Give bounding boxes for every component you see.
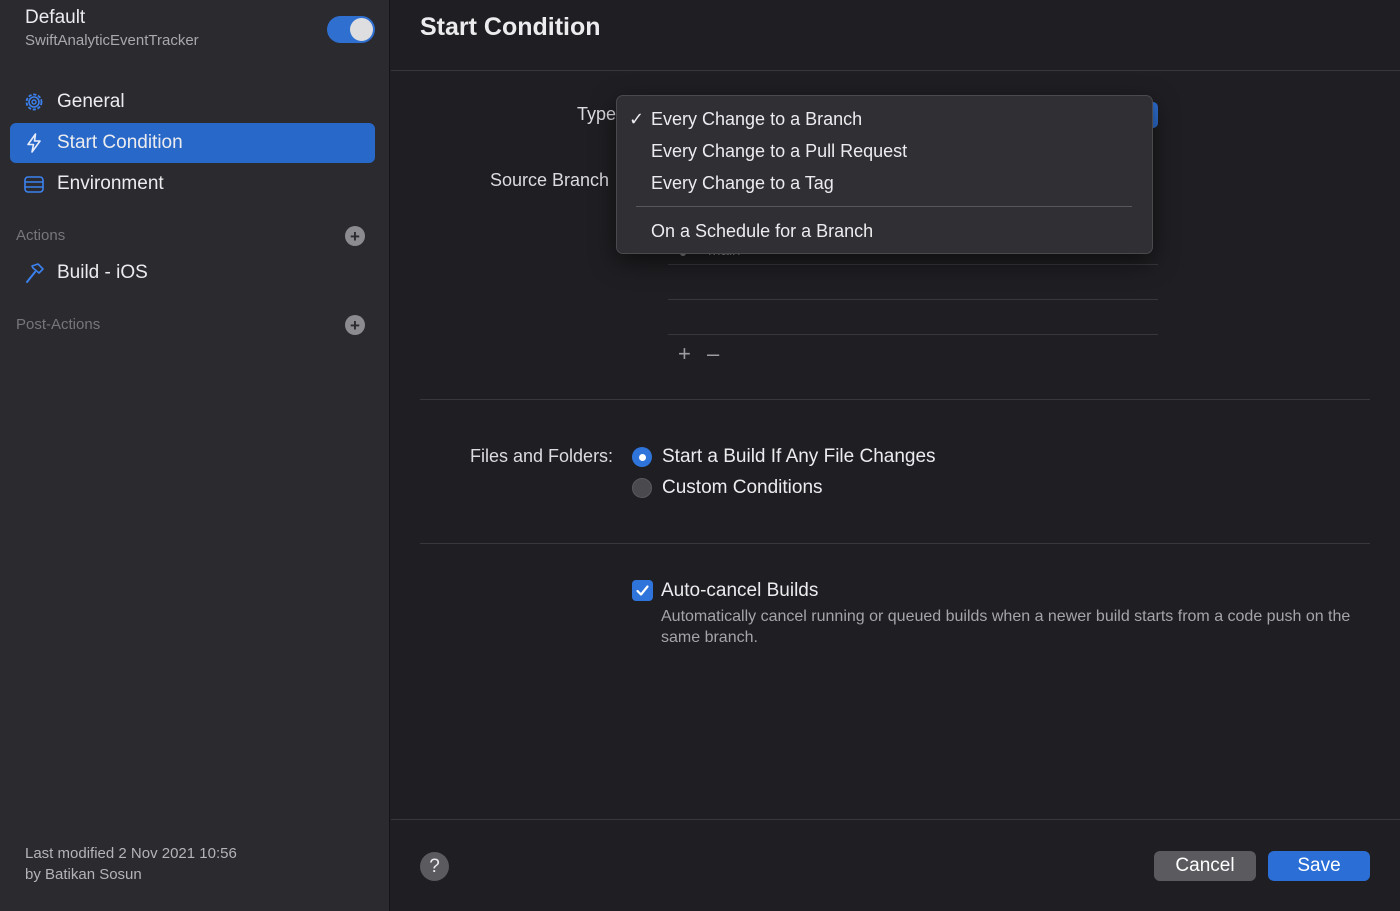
type-dropdown-menu: ✓ Every Change to a Branch Every Change … [616, 95, 1153, 254]
environment-icon [22, 172, 46, 196]
sidebar-item-environment[interactable]: Environment [10, 164, 375, 204]
actions-section-header: Actions [16, 227, 66, 244]
radio-any-file-changes[interactable]: Start a Build If Any File Changes [632, 446, 936, 468]
radio-custom-conditions[interactable]: Custom Conditions [632, 477, 823, 499]
help-button[interactable]: ? [420, 852, 449, 881]
sidebar-item-label: Start Condition [57, 132, 183, 153]
branch-row-divider [668, 334, 1158, 335]
menu-item-label: Every Change to a Tag [651, 172, 834, 193]
save-button[interactable]: Save [1268, 851, 1370, 881]
product-name: SwiftAnalyticEventTracker [25, 32, 199, 49]
footer-divider [391, 819, 1400, 820]
menu-item-label: Every Change to a Pull Request [651, 140, 908, 161]
add-post-action-button[interactable]: + [345, 315, 365, 335]
radio-label: Custom Conditions [662, 477, 823, 498]
title-divider [391, 70, 1400, 71]
auto-cancel-checkbox[interactable] [632, 580, 653, 601]
menu-separator [636, 206, 1132, 207]
radio-selected[interactable] [632, 447, 652, 467]
checkmark-icon: ✓ [629, 108, 645, 129]
sidebar-item-build-ios[interactable]: Build - iOS [10, 253, 375, 293]
branch-row-divider [668, 264, 1158, 265]
author-text: by Batikan Sosun [25, 866, 142, 883]
menu-item-label: Every Change to a Branch [651, 108, 863, 129]
checkmark-icon [636, 585, 649, 596]
radio-label: Start a Build If Any File Changes [662, 446, 936, 467]
sidebar-item-label: Environment [57, 173, 164, 194]
workflow-enabled-toggle[interactable] [327, 16, 375, 43]
auto-cancel-label: Auto-cancel Builds [661, 580, 819, 601]
radio-unselected[interactable] [632, 478, 652, 498]
sidebar-item-label: General [57, 91, 125, 112]
menu-item-label: On a Schedule for a Branch [651, 220, 874, 241]
section-divider [420, 543, 1370, 544]
branch-row-divider [668, 299, 1158, 300]
add-action-button[interactable]: + [345, 226, 365, 246]
menu-item-every-change-tag[interactable]: Every Change to a Tag [617, 168, 1152, 198]
remove-branch-button[interactable]: – [707, 342, 719, 366]
gear-icon [22, 90, 46, 114]
page-title: Start Condition [420, 13, 601, 41]
cancel-button[interactable]: Cancel [1154, 851, 1256, 881]
sidebar-item-start-condition[interactable]: Start Condition [10, 123, 375, 163]
source-branch-label: Source Branch [490, 170, 610, 190]
post-actions-section-header: Post-Actions [16, 316, 101, 333]
hammer-icon [22, 261, 46, 285]
last-modified-text: Last modified 2 Nov 2021 10:56 [25, 845, 237, 862]
sidebar-item-label: Build - iOS [57, 262, 148, 283]
workflow-name: Default [25, 7, 86, 28]
menu-item-every-change-pull-request[interactable]: Every Change to a Pull Request [617, 136, 1152, 166]
type-label: Type [577, 104, 617, 124]
add-branch-button[interactable]: + [678, 342, 691, 366]
toggle-knob [350, 18, 373, 41]
section-divider [420, 399, 1370, 400]
modified-info: Last modified 2 Nov 2021 10:56 by Batika… [25, 843, 237, 885]
sidebar-item-general[interactable]: General [10, 82, 375, 122]
sidebar: Default SwiftAnalyticEventTracker Genera… [0, 0, 390, 911]
auto-cancel-description: Automatically cancel running or queued b… [661, 608, 1351, 646]
menu-item-schedule-branch[interactable]: On a Schedule for a Branch [617, 216, 1152, 246]
menu-item-every-change-branch[interactable]: ✓ Every Change to a Branch [617, 104, 1152, 134]
bolt-icon [22, 131, 46, 155]
files-and-folders-label: Files and Folders: [470, 446, 614, 466]
